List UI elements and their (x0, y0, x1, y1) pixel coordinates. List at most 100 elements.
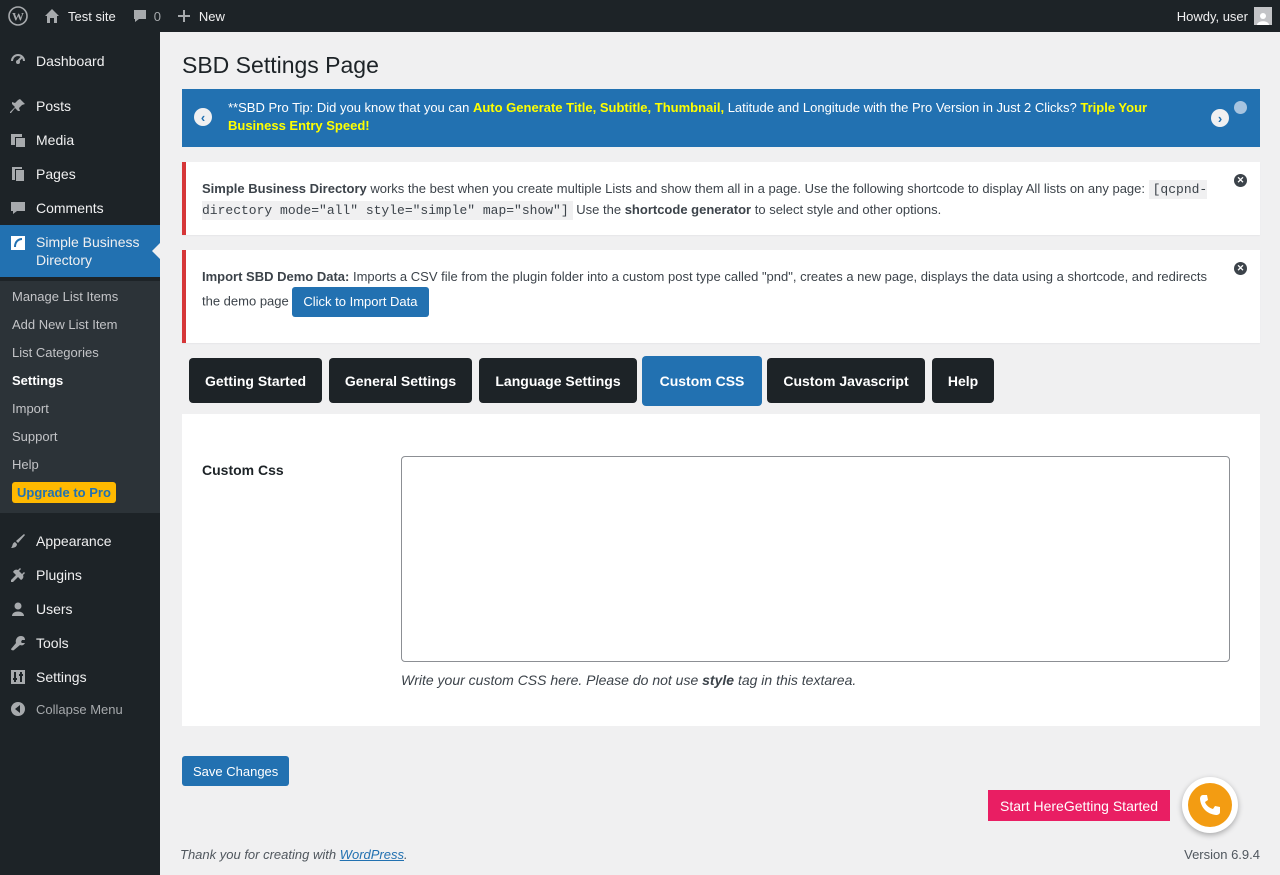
sidebar-item-pages[interactable]: Pages (0, 157, 160, 191)
submenu-item-add-new-list-item[interactable]: Add New List Item (0, 310, 160, 338)
import-data-button[interactable]: Click to Import Data (292, 287, 429, 317)
collapse-menu-label: Collapse Menu (36, 701, 123, 717)
pro-tip-highlight-features: Auto Generate Title, Subtitle, Thumbnail… (472, 100, 725, 115)
comment-icon (0, 199, 36, 217)
sliders-icon (0, 668, 36, 686)
tab-custom-javascript[interactable]: Custom Javascript (767, 358, 925, 403)
collapse-arrow-icon (0, 700, 36, 718)
tab-language-settings[interactable]: Language Settings (479, 358, 637, 403)
submenu-label: Help (12, 456, 39, 472)
pro-tip-middle: Latitude and Longitude with the Pro Vers… (724, 100, 1081, 115)
new-label: New (198, 8, 225, 24)
custom-css-panel: Custom Css Write your custom CSS here. P… (182, 414, 1260, 726)
close-icon[interactable] (1234, 101, 1247, 114)
desc-bold: style (702, 672, 735, 688)
sidebar-item-settings[interactable]: Settings (0, 660, 160, 694)
submenu-item-settings[interactable]: Settings (0, 366, 160, 394)
sidebar-item-users[interactable]: Users (0, 592, 160, 626)
sidebar-item-label: Pages (36, 166, 76, 182)
submenu-item-support[interactable]: Support (0, 422, 160, 450)
sidebar-item-plugins[interactable]: Plugins (0, 558, 160, 592)
account-menu[interactable]: Howdy, user (1169, 0, 1280, 32)
footer-text: Thank you for creating with (180, 847, 340, 862)
sidebar-item-label: Media (36, 132, 75, 148)
close-icon[interactable]: ✕ (1234, 174, 1247, 187)
desc-text: tag in this textarea. (734, 672, 857, 688)
start-here-button[interactable]: Start HereGetting Started (988, 790, 1170, 821)
avatar (1254, 7, 1272, 25)
notice-text: Use the (572, 202, 625, 217)
footer-thanks: Thank you for creating with WordPress. (180, 847, 408, 862)
sidebar-item-label: Users (36, 601, 73, 617)
pin-icon (0, 97, 36, 115)
sidebar-item-posts[interactable]: Posts (0, 89, 160, 123)
custom-css-textarea[interactable] (401, 456, 1230, 662)
sidebar-item-dashboard[interactable]: Dashboard (0, 44, 160, 78)
import-notice-text: Import SBD Demo Data: Imports a CSV file… (202, 267, 1212, 317)
user-icon (0, 600, 36, 618)
current-menu-arrow (152, 243, 160, 259)
phone-icon (1188, 783, 1232, 827)
sidebar-item-label: Settings (36, 669, 87, 685)
site-name-link[interactable]: Test site (36, 0, 124, 32)
directory-icon (0, 233, 36, 251)
plug-icon (0, 566, 36, 584)
shortcode-generator-label: shortcode generator (624, 202, 752, 217)
sidebar-item-label: Dashboard (36, 53, 105, 69)
shortcode-notice-text: Simple Business Directory works the best… (202, 179, 1212, 221)
wordpress-link[interactable]: WordPress (340, 847, 404, 862)
save-changes-button[interactable]: Save Changes (182, 756, 290, 786)
submenu-label: Manage List Items (12, 288, 119, 304)
submenu-item-help[interactable]: Help (0, 450, 160, 478)
sidebar-item-tools[interactable]: Tools (0, 626, 160, 660)
tab-custom-css[interactable]: Custom CSS (642, 356, 762, 406)
submenu-label: Import (12, 400, 49, 416)
tab-general-settings[interactable]: General Settings (329, 358, 472, 403)
tab-help[interactable]: Help (932, 358, 994, 403)
notice-plugin-name: Simple Business Directory (202, 181, 367, 196)
submenu-item-upgrade[interactable]: Upgrade to Pro (0, 478, 160, 506)
sidebar-item-simple-business-directory[interactable]: Simple Business Directory (0, 225, 160, 277)
notice-text: works the best when you create multiple … (366, 181, 1149, 196)
svg-text:W: W (12, 10, 24, 24)
submenu-label: Settings (12, 372, 64, 388)
submenu-label: Support (12, 428, 58, 444)
submenu-item-list-categories[interactable]: List Categories (0, 338, 160, 366)
admin-sidebar: Dashboard Posts Media Pages Comments Sim… (0, 32, 160, 875)
custom-css-description: Write your custom CSS here. Please do no… (401, 672, 856, 688)
sidebar-item-media[interactable]: Media (0, 123, 160, 157)
footer-text: . (404, 847, 408, 862)
submenu-item-manage-list-items[interactable]: Manage List Items (0, 282, 160, 310)
tab-getting-started[interactable]: Getting Started (189, 358, 322, 403)
comments-link[interactable]: 0 (124, 0, 169, 32)
desc-text: Write your custom CSS here. Please do no… (401, 672, 703, 688)
main-content: SBD Settings Page ‹ **SBD Pro Tip: Did y… (160, 32, 1280, 875)
page-title: SBD Settings Page (182, 52, 379, 78)
chevron-left-icon[interactable]: ‹ (194, 108, 212, 126)
sidebar-item-label: Plugins (36, 567, 82, 583)
sidebar-item-label: Comments (36, 200, 104, 216)
comment-bubble-icon (132, 8, 148, 24)
new-content-link[interactable]: New (169, 0, 233, 32)
sidebar-item-label: Appearance (36, 533, 112, 549)
close-icon[interactable]: ✕ (1234, 262, 1247, 275)
admin-bar: W Test site 0 New Howdy, user (0, 0, 1280, 32)
chevron-right-icon[interactable]: › (1211, 109, 1229, 127)
site-name: Test site (68, 8, 116, 24)
sidebar-item-comments[interactable]: Comments (0, 191, 160, 225)
plus-icon (177, 9, 191, 23)
wrench-icon (0, 634, 36, 652)
home-icon (44, 8, 60, 24)
dashboard-icon (0, 52, 36, 70)
submenu-item-import[interactable]: Import (0, 394, 160, 422)
pro-tip-prefix: **SBD Pro Tip: Did you know that you can (228, 100, 473, 115)
upgrade-to-pro-button[interactable]: Upgrade to Pro (12, 481, 116, 503)
collapse-menu-button[interactable]: Collapse Menu (0, 692, 160, 726)
shortcode-notice: Simple Business Directory works the best… (182, 162, 1260, 235)
comments-count: 0 (153, 8, 161, 24)
sidebar-item-label: Simple Business Directory (36, 234, 140, 268)
sidebar-item-appearance[interactable]: Appearance (0, 524, 160, 558)
phone-chat-button[interactable] (1182, 777, 1238, 833)
custom-css-label: Custom Css (202, 462, 284, 478)
wordpress-logo-icon[interactable]: W (0, 0, 36, 32)
